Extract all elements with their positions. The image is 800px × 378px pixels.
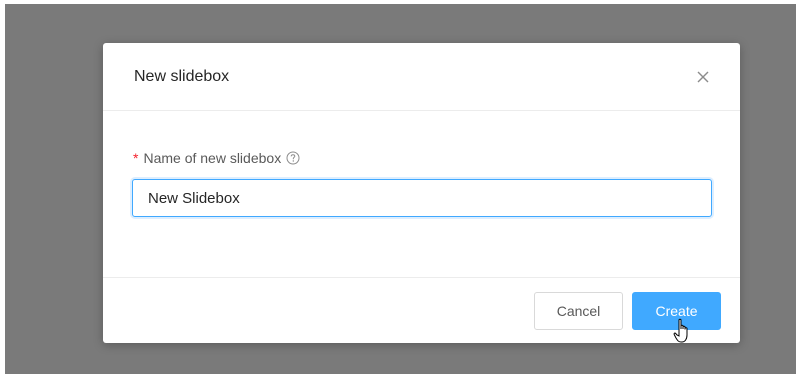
dialog-footer: Cancel Create [103,277,740,343]
field-label-text: Name of new slidebox [143,150,282,166]
cancel-button[interactable]: Cancel [534,292,623,330]
create-button[interactable]: Create [632,292,721,330]
new-slidebox-dialog: New slidebox * Name of new slidebox Canc… [103,43,740,343]
slidebox-name-label: * Name of new slidebox [133,149,300,167]
required-marker: * [133,150,139,166]
dialog-header: New slidebox [103,43,740,111]
close-icon[interactable] [695,69,711,85]
question-circle-icon[interactable] [286,151,300,165]
slidebox-name-input[interactable] [132,179,712,217]
dialog-title: New slidebox [134,68,230,85]
